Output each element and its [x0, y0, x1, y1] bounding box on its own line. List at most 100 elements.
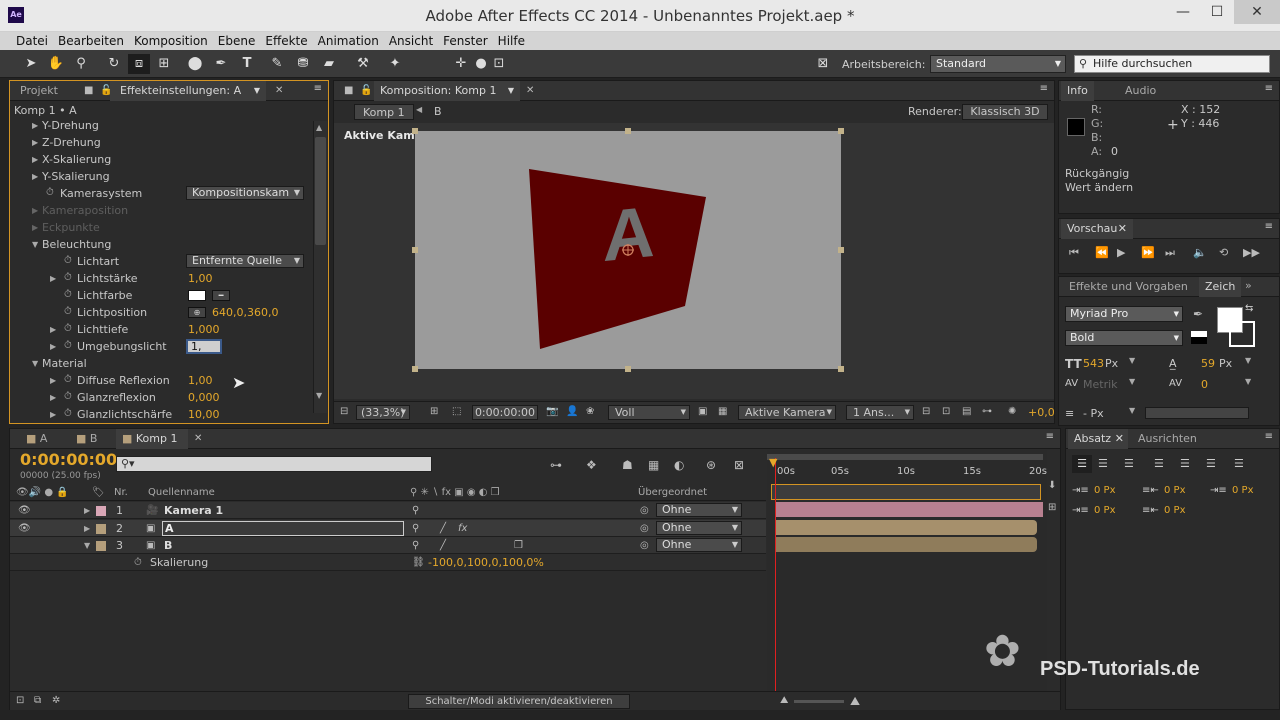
expand-triangle-icon[interactable]: ▶ [32, 172, 38, 181]
tab-audio[interactable]: Audio [1119, 81, 1162, 101]
light-color-swatch[interactable] [188, 290, 206, 301]
stroke-order-dropdown[interactable] [1145, 407, 1249, 419]
tab-effect-controls[interactable]: Effekteinstellungen: A ▼ [110, 81, 266, 101]
collapse-triangle-icon[interactable]: ▼ [32, 359, 38, 368]
layer-b-bar[interactable] [775, 537, 1037, 552]
chevron-down-icon[interactable]: ▼ [1245, 377, 1251, 386]
tab-character[interactable]: Zeich [1199, 277, 1242, 297]
transform-handle[interactable] [625, 366, 631, 372]
work-area-bar[interactable] [767, 454, 1043, 460]
text-tool-icon[interactable]: T [236, 54, 258, 74]
layer-name[interactable]: A [162, 521, 404, 536]
timeline-icon[interactable]: ▤ [962, 406, 971, 417]
menu-effekte[interactable]: Effekte [260, 32, 312, 50]
expand-triangle-icon[interactable]: ▶ [50, 325, 56, 334]
tab-info[interactable]: Info [1061, 81, 1094, 101]
light-position-value[interactable]: 640,0,360,0 [212, 304, 278, 321]
transform-handle[interactable] [625, 128, 631, 134]
shy-switch-icon[interactable]: ⚲ [412, 537, 419, 554]
toggle-pixel-aspect-icon[interactable]: ⊟ [922, 406, 930, 417]
label-color-swatch[interactable] [96, 541, 106, 551]
chevron-down-icon[interactable]: ▼ [1245, 356, 1251, 365]
camera-layer-bar[interactable] [775, 502, 1043, 517]
tab-preview[interactable]: Vorschau ✕ [1061, 219, 1133, 239]
parent-dropdown[interactable]: Ohne ▼ [656, 521, 742, 535]
3d-view-dropdown[interactable]: Aktive Kamera ▼ [738, 405, 836, 420]
rotate-tool-icon[interactable]: ↻ [103, 54, 125, 74]
renderer-button[interactable]: Klassisch 3D [962, 104, 1048, 120]
light-intensity-value[interactable]: 1,00 [188, 270, 213, 287]
track-camera-tool-icon[interactable]: ⊞ [153, 54, 175, 74]
comp-crumb-komp1[interactable]: Komp 1 [354, 104, 414, 120]
menu-komposition[interactable]: Komposition [129, 32, 213, 50]
exposure-value[interactable]: +0,0 [1028, 405, 1055, 420]
tab-composition[interactable]: Komposition: Komp 1 ▼ [374, 81, 520, 101]
space-before-value[interactable]: 0 Px [1094, 505, 1116, 516]
expand-triangle-icon[interactable]: ▶ [32, 155, 38, 164]
comp-crumb-b[interactable]: B [434, 104, 442, 120]
effect-panel-scrollbar[interactable]: ▲ ▼ [313, 121, 327, 413]
tab-timeline-b[interactable]: ■ B [70, 429, 103, 449]
eye-icon[interactable]: 👁 [18, 502, 31, 519]
close-icon[interactable]: ✕ [1115, 429, 1124, 449]
crosshair-icon[interactable]: ⊕ [188, 307, 206, 318]
layer-row-camera[interactable]: 👁 ▶ 1 🎥 Kamera 1 ⚲ ◎ Ohne ▼ [10, 502, 766, 519]
close-icon[interactable]: ✕ [526, 85, 534, 96]
expand-triangle-icon[interactable]: ▶ [84, 520, 90, 537]
ambient-light-input[interactable]: 1, [186, 339, 222, 354]
panel-menu-icon[interactable]: ≡ [314, 83, 322, 94]
zoom-in-icon[interactable]: ⛰ [850, 694, 860, 709]
lock-icon[interactable]: 🔓 [360, 85, 372, 96]
workspace-select[interactable]: Standard ▼ [930, 55, 1066, 73]
justify-last-right-icon[interactable]: ☰ [1206, 455, 1216, 473]
chevron-left-icon[interactable]: ◀ [416, 105, 422, 114]
last-frame-icon[interactable]: ⏭ [1165, 246, 1175, 260]
expand-triangle-icon[interactable]: ▶ [50, 393, 56, 402]
grid-guide-icon[interactable]: ⊟ [340, 406, 348, 417]
hide-shy-icon[interactable]: ☗ [622, 458, 633, 472]
leading-value[interactable]: 59 [1201, 357, 1215, 370]
layer-a-3d-plane[interactable]: A [415, 131, 841, 369]
menu-fenster[interactable]: Fenster [438, 32, 493, 50]
expand-triangle-icon[interactable]: ▶ [84, 502, 90, 519]
property-scale-value[interactable]: -100,0,100,0,100,0% [428, 554, 544, 571]
indent-left-value[interactable]: 0 Px [1094, 485, 1116, 496]
eyedropper-icon[interactable]: ✒ [1193, 307, 1203, 321]
black-swatch[interactable] [1191, 337, 1207, 344]
stopwatch-icon[interactable]: ⏱ [64, 306, 72, 317]
tab-paragraph[interactable]: Absatz ✕ [1068, 429, 1128, 449]
play-icon[interactable]: ▶ [1117, 246, 1125, 259]
align-left-icon[interactable]: ☰ [1072, 455, 1092, 473]
brush-tool-icon[interactable]: ✎ [266, 54, 288, 74]
specular-reflection-value[interactable]: 0,000 [188, 389, 220, 406]
draft-3d-icon[interactable]: ❖ [586, 458, 597, 472]
workspace-icon[interactable]: ⊠ [812, 54, 834, 74]
stopwatch-icon[interactable]: ⏱ [64, 340, 72, 351]
shy-switch-icon[interactable]: ⚲ [412, 520, 419, 537]
expand-layer-switches-icon[interactable]: ⊡ [16, 695, 24, 706]
playhead-icon[interactable]: ▼ [769, 456, 777, 469]
camera-system-dropdown[interactable]: Kompositionskam ▼ [186, 186, 304, 200]
tab-align[interactable]: Ausrichten [1132, 429, 1203, 449]
menu-hilfe[interactable]: Hilfe [493, 32, 530, 50]
minimize-button[interactable]: — [1166, 0, 1200, 24]
chevron-down-icon[interactable]: ▼ [1129, 377, 1135, 386]
justify-last-left-icon[interactable]: ☰ [1154, 455, 1164, 473]
transform-handle[interactable] [838, 366, 844, 372]
parent-dropdown[interactable]: Ohne ▼ [656, 538, 742, 552]
collapse-triangle-icon[interactable]: ▼ [32, 240, 38, 249]
expand-transfer-controls-icon[interactable]: ⧉ [34, 695, 41, 706]
stopwatch-icon[interactable]: ⏱ [134, 554, 142, 571]
graph-editor-icon[interactable]: ⊛ [706, 458, 716, 472]
zoom-tool-icon[interactable]: ⚲ [70, 54, 92, 74]
expand-triangle-icon[interactable]: ▶ [50, 410, 56, 419]
3d-layer-switch-icon[interactable]: ❒ [514, 537, 523, 554]
justify-all-icon[interactable]: ☰ [1234, 455, 1244, 473]
eraser-tool-icon[interactable]: ▰ [318, 54, 340, 74]
mask-visibility-icon[interactable]: ⬚ [452, 406, 461, 417]
swap-colors-icon[interactable]: ⇆ [1245, 303, 1253, 314]
layer-row-b[interactable]: ▼ 3 ▣ B ⚲ ╱ ❒ ◎ Ohne ▼ [10, 537, 766, 554]
selection-tool-icon[interactable]: ➤ [20, 54, 42, 74]
stopwatch-icon[interactable]: ⏱ [46, 187, 54, 198]
layer-search-input[interactable]: ⚲▾ [116, 456, 432, 472]
